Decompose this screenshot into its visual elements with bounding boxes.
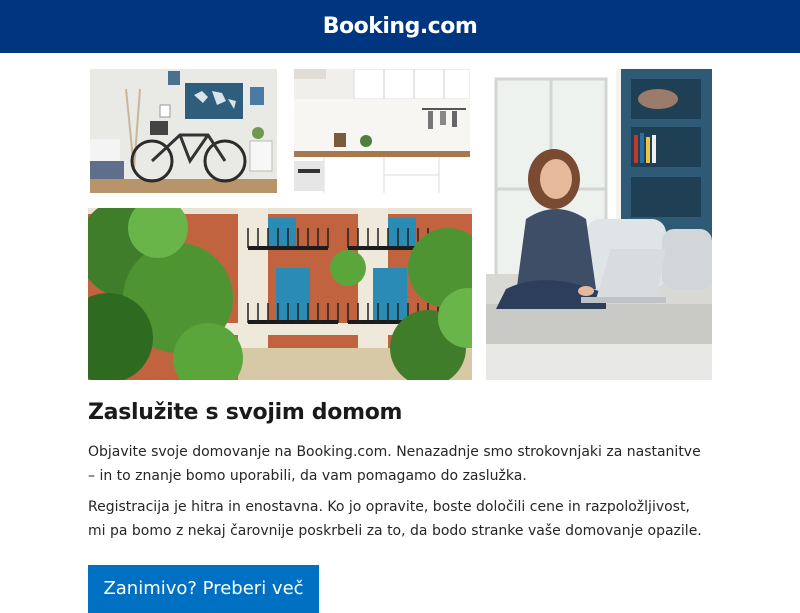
intro-paragraph: Objavite svoje domovanje na Booking.com.… [88, 444, 701, 484]
email-header: Booking.com [0, 0, 800, 53]
registration-paragraph: Registracija je hitra in enostavna. Ko j… [88, 499, 702, 539]
photo-bicycle-room [90, 69, 277, 193]
learn-more-button[interactable]: Zanimivo? Preberi več [88, 565, 319, 613]
page-title: Zaslužite s svojim domom [88, 400, 403, 425]
booking-logo[interactable]: Booking.com [323, 14, 478, 39]
photo-kitchen [294, 69, 470, 193]
photo-building-facade [88, 208, 472, 380]
photo-woman-laptop [486, 69, 712, 380]
